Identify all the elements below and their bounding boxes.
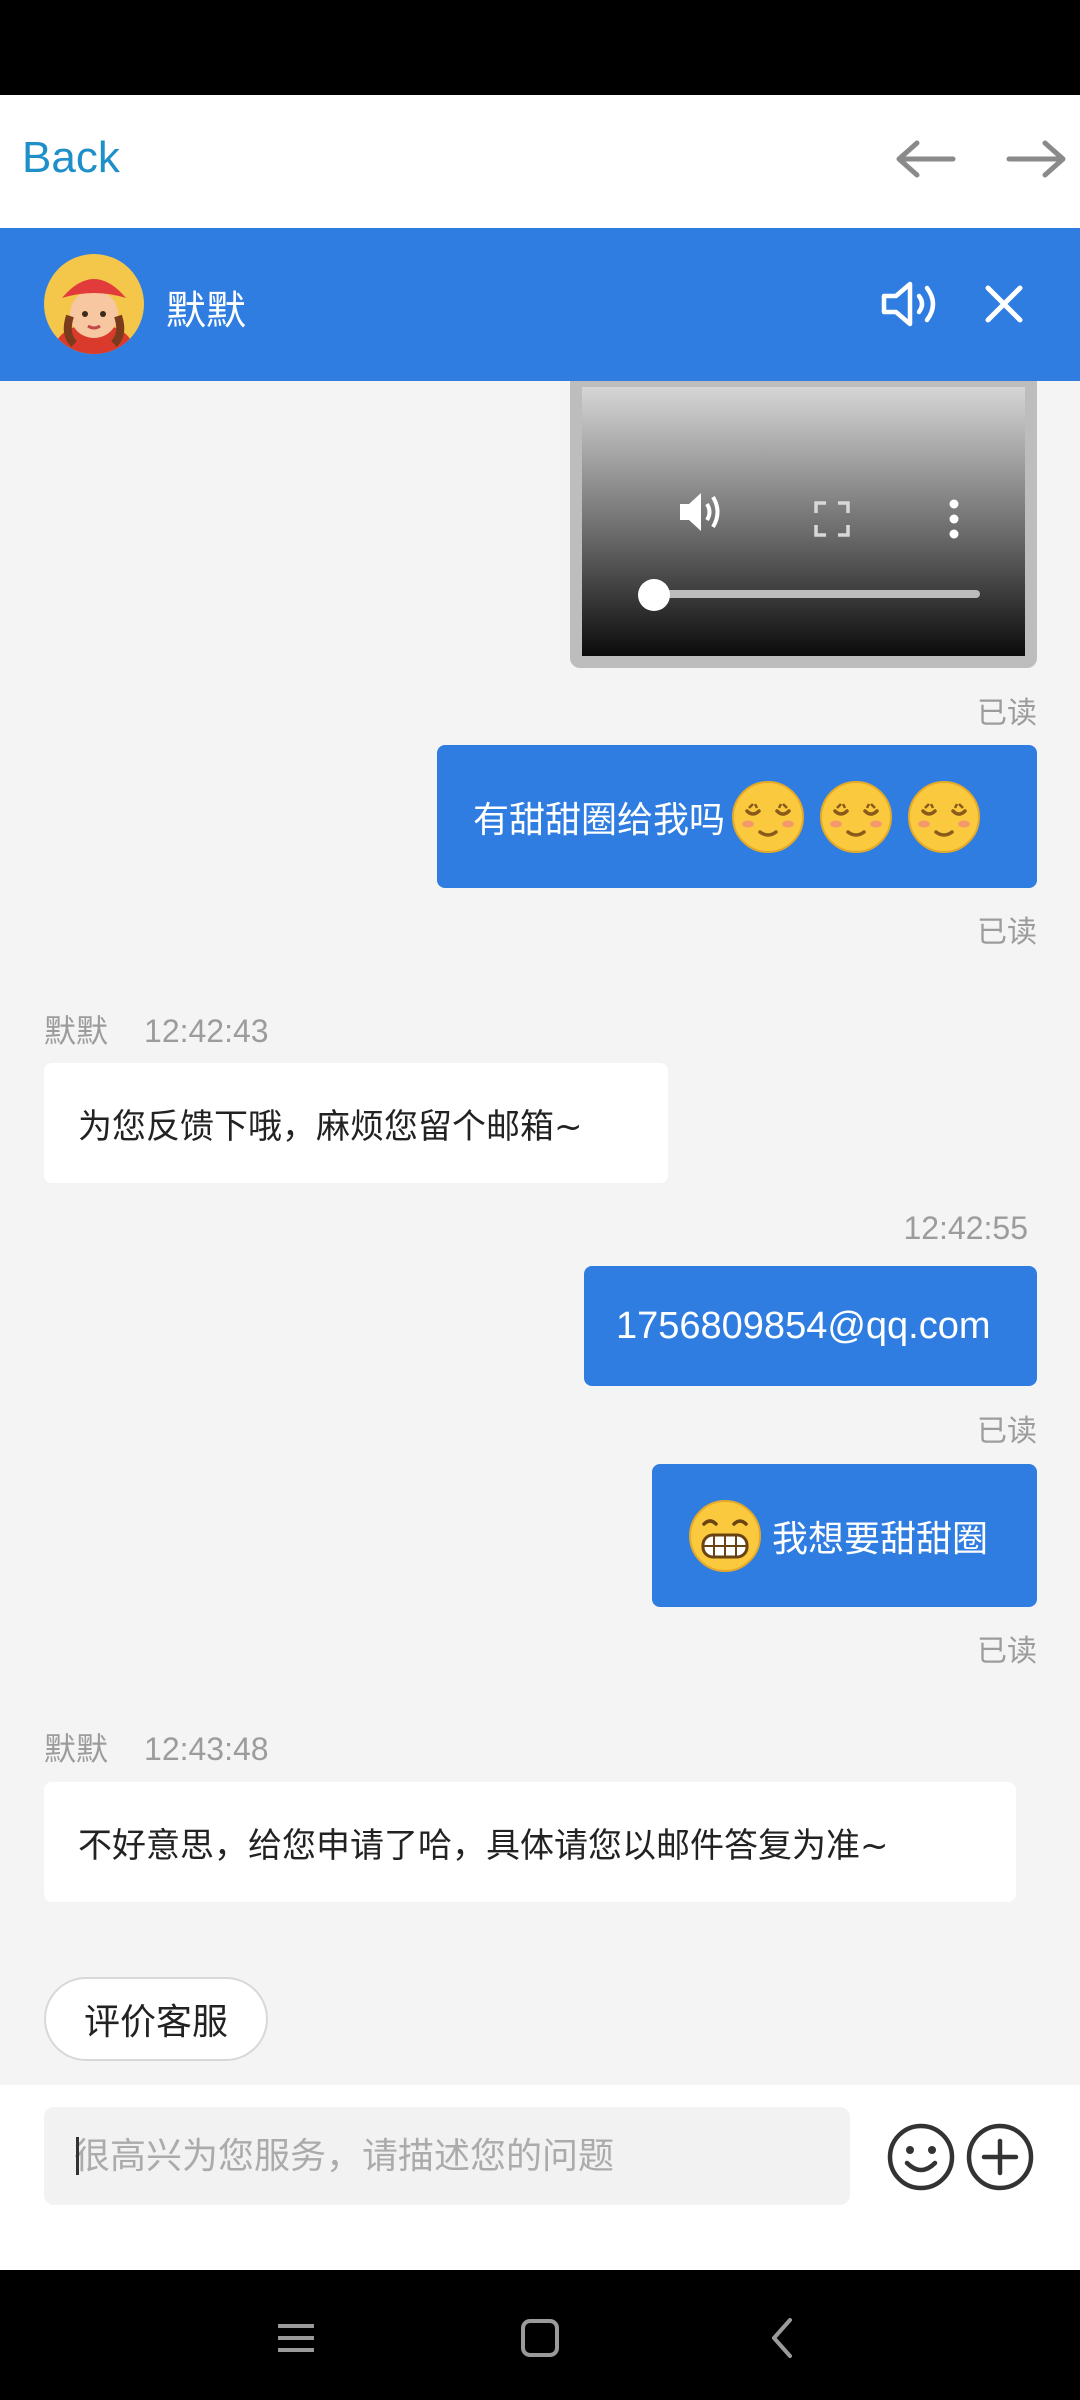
sender-name: 默默 [44, 1013, 109, 1049]
input-bar [0, 2085, 1080, 2270]
rate-agent-button[interactable]: 评价客服 [44, 1977, 268, 2061]
message-text: 不好意思，给您申请了哈，具体请您以邮件答复为准~ [78, 1825, 889, 1866]
sender-meta: 默默 12:43:48 [44, 1724, 269, 1770]
message-bubble-outgoing[interactable]: 我想要甜甜圈 [652, 1464, 1037, 1607]
back-link[interactable]: Back [22, 133, 120, 183]
video-player[interactable] [570, 381, 1037, 668]
status-bar [0, 0, 1080, 95]
message-input[interactable] [44, 2107, 850, 2205]
progress-thumb[interactable] [638, 579, 670, 611]
read-status: 已读 [977, 1634, 1037, 1669]
message-bubble-outgoing[interactable]: 1756809854@qq.com [584, 1266, 1037, 1386]
fullscreen-icon[interactable] [814, 501, 850, 537]
volume-icon[interactable] [676, 487, 726, 537]
message-text: 为您反馈下哦，麻烦您留个邮箱~ [78, 1106, 583, 1147]
message-bubble-incoming[interactable]: 为您反馈下哦，麻烦您留个邮箱~ [44, 1063, 668, 1183]
agent-name: 默默 [166, 288, 246, 334]
more-icon[interactable] [944, 499, 964, 539]
read-status: 已读 [977, 1414, 1037, 1449]
system-navigation-bar [0, 2270, 1080, 2400]
back-icon[interactable] [754, 2308, 814, 2368]
message-time: 12:42:43 [144, 1013, 269, 1049]
read-status: 已读 [977, 696, 1037, 731]
menu-icon[interactable] [266, 2308, 326, 2368]
text-caret [76, 2137, 79, 2175]
forward-arrow-icon[interactable] [1005, 135, 1069, 183]
speaker-icon[interactable] [878, 276, 942, 332]
chat-header: 默默 [0, 228, 1080, 381]
read-status: 已读 [977, 915, 1037, 950]
home-icon[interactable] [510, 2308, 570, 2368]
top-navigation: Back [0, 95, 1080, 228]
back-arrow-icon[interactable] [893, 135, 957, 183]
sender-meta: 默默 12:42:43 [44, 1006, 269, 1052]
relieved-emoji [820, 780, 893, 853]
message-bubble-outgoing[interactable]: 有甜甜圈给我吗 [437, 745, 1037, 888]
message-time: 12:42:55 [903, 1210, 1028, 1246]
avatar[interactable] [44, 254, 144, 354]
close-icon[interactable] [978, 278, 1030, 330]
message-text: 有甜甜圈给我吗 [473, 799, 726, 841]
sender-name: 默默 [44, 1731, 109, 1767]
plus-icon[interactable] [964, 2121, 1036, 2193]
relieved-emoji [732, 780, 805, 853]
progress-track[interactable] [646, 590, 980, 598]
smile-icon[interactable] [885, 2121, 957, 2193]
message-bubble-incoming[interactable]: 不好意思，给您申请了哈，具体请您以邮件答复为准~ [44, 1782, 1016, 1902]
grin-emoji [689, 1499, 761, 1572]
relieved-emoji [908, 780, 981, 853]
message-text: 1756809854@qq.com [616, 1304, 991, 1347]
message-time: 12:43:48 [144, 1731, 269, 1767]
message-text: 我想要甜甜圈 [772, 1518, 989, 1560]
